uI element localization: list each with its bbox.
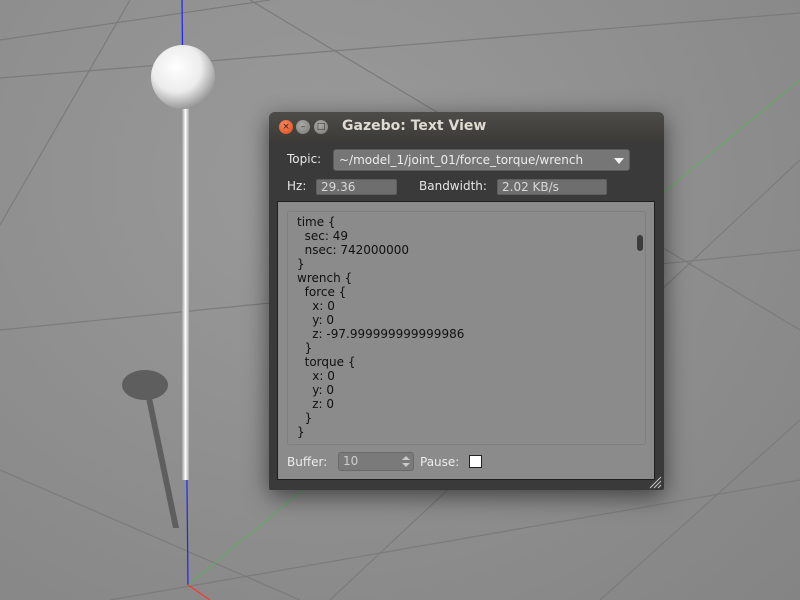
spin-down-icon[interactable] [402, 463, 410, 467]
pause-label: Pause: [420, 455, 460, 469]
x-axis-line [187, 584, 211, 600]
resize-grip-icon[interactable] [649, 476, 662, 489]
message-panel: time { sec: 49 nsec: 742000000 } wrench … [277, 201, 655, 480]
topic-dropdown[interactable]: ~/model_1/joint_01/force_torque/wrench [333, 149, 630, 171]
close-icon[interactable]: × [279, 120, 293, 134]
minimize-icon[interactable]: – [296, 120, 310, 134]
message-text-area[interactable]: time { sec: 49 nsec: 742000000 } wrench … [287, 211, 646, 445]
hz-field: 29.36 [316, 179, 397, 195]
pendulum-shadow [122, 370, 179, 528]
topic-value: ~/model_1/joint_01/force_torque/wrench [339, 153, 584, 167]
bandwidth-field: 2.02 KB/s [497, 179, 607, 195]
pendulum-ball[interactable] [151, 45, 215, 109]
window-title: Gazebo: Text View [342, 118, 487, 134]
pendulum-rod[interactable] [182, 108, 189, 480]
chevron-down-icon[interactable] [614, 158, 624, 164]
bandwidth-label: Bandwidth: [419, 179, 487, 193]
buffer-value: 10 [343, 454, 359, 468]
maximize-icon[interactable]: □ [314, 120, 328, 134]
buffer-label: Buffer: [287, 455, 328, 469]
titlebar[interactable]: × – □ Gazebo: Text View [269, 112, 664, 142]
spin-up-icon[interactable] [402, 456, 410, 460]
hz-label: Hz: [287, 179, 307, 193]
text-view-dialog[interactable]: × – □ Gazebo: Text View Topic: ~/model_1… [269, 112, 664, 490]
pause-checkbox[interactable] [469, 455, 482, 468]
topic-label: Topic: [287, 152, 322, 166]
buffer-spinbox[interactable]: 10 [338, 452, 414, 471]
message-text: time { sec: 49 nsec: 742000000 } wrench … [297, 215, 465, 439]
scrollbar-thumb[interactable] [637, 235, 643, 251]
